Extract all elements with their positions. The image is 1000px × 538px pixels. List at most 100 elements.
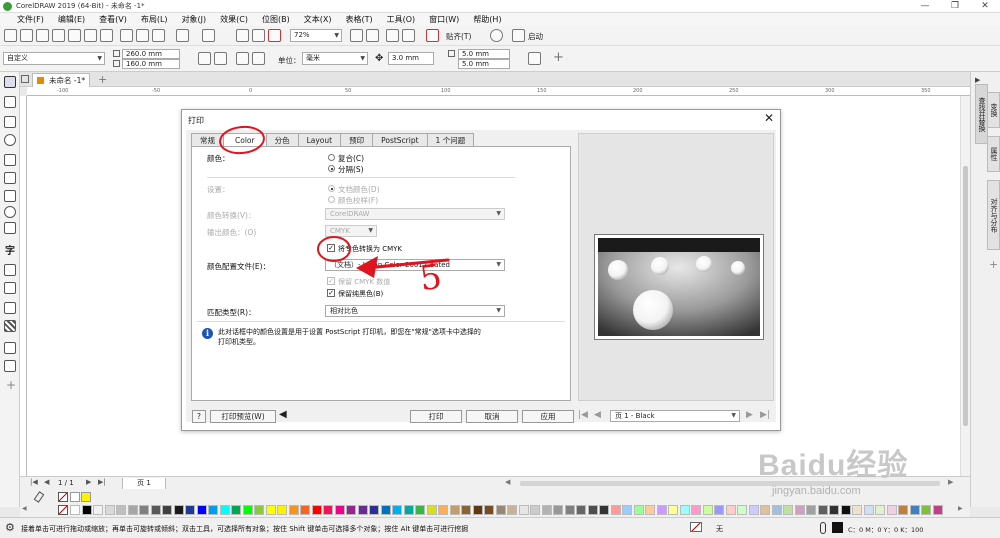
save-icon[interactable] (36, 29, 49, 42)
palette-swatch[interactable] (863, 505, 874, 515)
palette-swatch[interactable] (311, 505, 322, 515)
palette-swatch[interactable] (173, 505, 184, 515)
palette-swatch[interactable] (277, 505, 287, 515)
print-button[interactable]: 打印 (410, 410, 462, 423)
expand-preview-icon[interactable]: ◀ (279, 409, 287, 420)
palette-swatch[interactable] (587, 505, 598, 515)
rectangle-tool-icon[interactable] (4, 190, 16, 202)
color-profile-select[interactable]: （文档）- Japan Color 2001 Coated ▼ (325, 259, 505, 271)
menu-effects[interactable]: 效果(C) (213, 14, 255, 25)
composite-radio[interactable] (328, 154, 335, 161)
settings-gear-icon[interactable] (490, 29, 503, 42)
no-color-swatch[interactable] (58, 492, 68, 502)
doc-swatch-white[interactable] (70, 492, 80, 502)
palette-swatch[interactable] (196, 505, 207, 515)
rulers-icon[interactable] (366, 29, 379, 42)
preserve-cmyk-checkbox[interactable]: ✓ (327, 277, 335, 285)
palette-swatch[interactable] (116, 505, 126, 515)
new-document-icon[interactable] (4, 29, 17, 42)
outline-pen-icon[interactable] (820, 522, 826, 534)
page-border-icon[interactable] (528, 52, 541, 65)
palette-swatch[interactable] (357, 505, 368, 515)
snap-to-dropdown[interactable]: 贴齐(T) (446, 31, 471, 42)
nudge-distance-input[interactable]: 3.0 mm (388, 52, 434, 65)
pdf-icon[interactable] (268, 29, 281, 42)
cut-icon[interactable] (120, 29, 133, 42)
document-color-radio[interactable] (328, 185, 335, 192)
palette-swatch[interactable] (840, 505, 851, 515)
docker-collapse-icon[interactable]: ▶ (975, 76, 980, 84)
palette-swatch[interactable] (162, 505, 172, 515)
freehand-tool-icon[interactable] (4, 154, 16, 166)
palette-swatch[interactable] (104, 505, 115, 515)
import-icon[interactable] (236, 29, 249, 42)
zoom-tool-icon[interactable] (4, 134, 16, 146)
apply-button[interactable]: 应用 (522, 410, 574, 423)
palette-swatch[interactable] (185, 505, 195, 515)
palette-scroll-right-icon[interactable]: ▶ (958, 505, 963, 512)
palette-swatch[interactable] (725, 505, 736, 515)
print-preview-button[interactable]: 打印预览(W) (210, 410, 276, 423)
prev-page-icon[interactable]: ◀ (44, 478, 49, 486)
zoom-select[interactable]: 72% ▼ (290, 29, 342, 42)
home-icon[interactable] (21, 75, 29, 83)
palette-swatch[interactable] (553, 505, 563, 515)
hscroll-left-icon[interactable]: ◀ (505, 478, 510, 486)
unit-select[interactable]: 毫米 ▼ (302, 52, 368, 65)
full-screen-icon[interactable] (350, 29, 363, 42)
menu-tools[interactable]: 工具(O) (380, 14, 423, 25)
palette-swatch[interactable] (300, 505, 310, 515)
palette-swatch[interactable] (288, 505, 299, 515)
palette-swatch[interactable] (93, 505, 103, 515)
palette-swatch[interactable] (139, 505, 149, 515)
palette-swatch[interactable] (622, 505, 632, 515)
interactive-fill-icon[interactable] (4, 360, 16, 372)
page-height-input[interactable]: 160.0 mm (122, 59, 180, 69)
palette-swatch[interactable] (70, 505, 80, 515)
preview-page-select[interactable]: 页 1 - Black ▼ (610, 410, 740, 422)
output-color-select[interactable]: CMYK ▼ (325, 225, 377, 237)
palette-swatch[interactable] (760, 505, 770, 515)
separations-radio[interactable] (328, 165, 335, 172)
palette-swatch[interactable] (829, 505, 839, 515)
add-icon[interactable]: + (553, 50, 564, 65)
palette-swatch[interactable] (875, 505, 885, 515)
redo-icon[interactable] (202, 29, 215, 42)
launch-dropdown[interactable]: 启动 (528, 31, 543, 42)
parallel-dimension-icon[interactable] (4, 264, 16, 276)
palette-swatch[interactable] (242, 505, 253, 515)
add-tool-icon[interactable]: + (6, 378, 16, 392)
palette-swatch[interactable] (656, 505, 667, 515)
pick-tool-icon[interactable] (4, 76, 16, 88)
print-icon[interactable] (100, 29, 113, 42)
palette-swatch[interactable] (449, 505, 460, 515)
menu-view[interactable]: 查看(V) (92, 14, 134, 25)
palette-swatch[interactable] (576, 505, 586, 515)
palette-swatch[interactable] (208, 505, 218, 515)
tab-general[interactable]: 常规 (191, 133, 224, 147)
palette-swatch[interactable] (898, 505, 908, 515)
settings-gear-icon[interactable]: ⚙ (5, 521, 15, 534)
palette-swatch[interactable] (438, 505, 448, 515)
palette-swatch[interactable] (495, 505, 506, 515)
palette-swatch[interactable] (714, 505, 724, 515)
menu-file[interactable]: 文件(F) (10, 14, 51, 25)
preserve-black-checkbox[interactable]: ✓ (327, 289, 335, 297)
landscape-icon[interactable] (214, 52, 227, 65)
prev-page-icon[interactable]: ◀ (594, 410, 601, 421)
portrait-icon[interactable] (198, 52, 211, 65)
palette-swatch[interactable] (426, 505, 437, 515)
palette-swatch[interactable] (668, 505, 678, 515)
menu-edit[interactable]: 编辑(E) (51, 14, 92, 25)
drop-shadow-icon[interactable] (4, 302, 16, 314)
eyedropper-icon[interactable] (4, 342, 16, 354)
palette-swatch[interactable] (737, 505, 747, 515)
page-width-input[interactable]: 260.0 mm (122, 49, 180, 59)
maximize-button[interactable]: ❐ (940, 0, 970, 13)
palette-swatch[interactable] (323, 505, 333, 515)
doc-swatch-yellow[interactable] (81, 492, 91, 502)
palette-swatch[interactable] (254, 505, 264, 515)
add-docker-icon[interactable]: + (989, 258, 998, 271)
palette-swatch[interactable] (518, 505, 529, 515)
cancel-button[interactable]: 取消 (466, 410, 518, 423)
